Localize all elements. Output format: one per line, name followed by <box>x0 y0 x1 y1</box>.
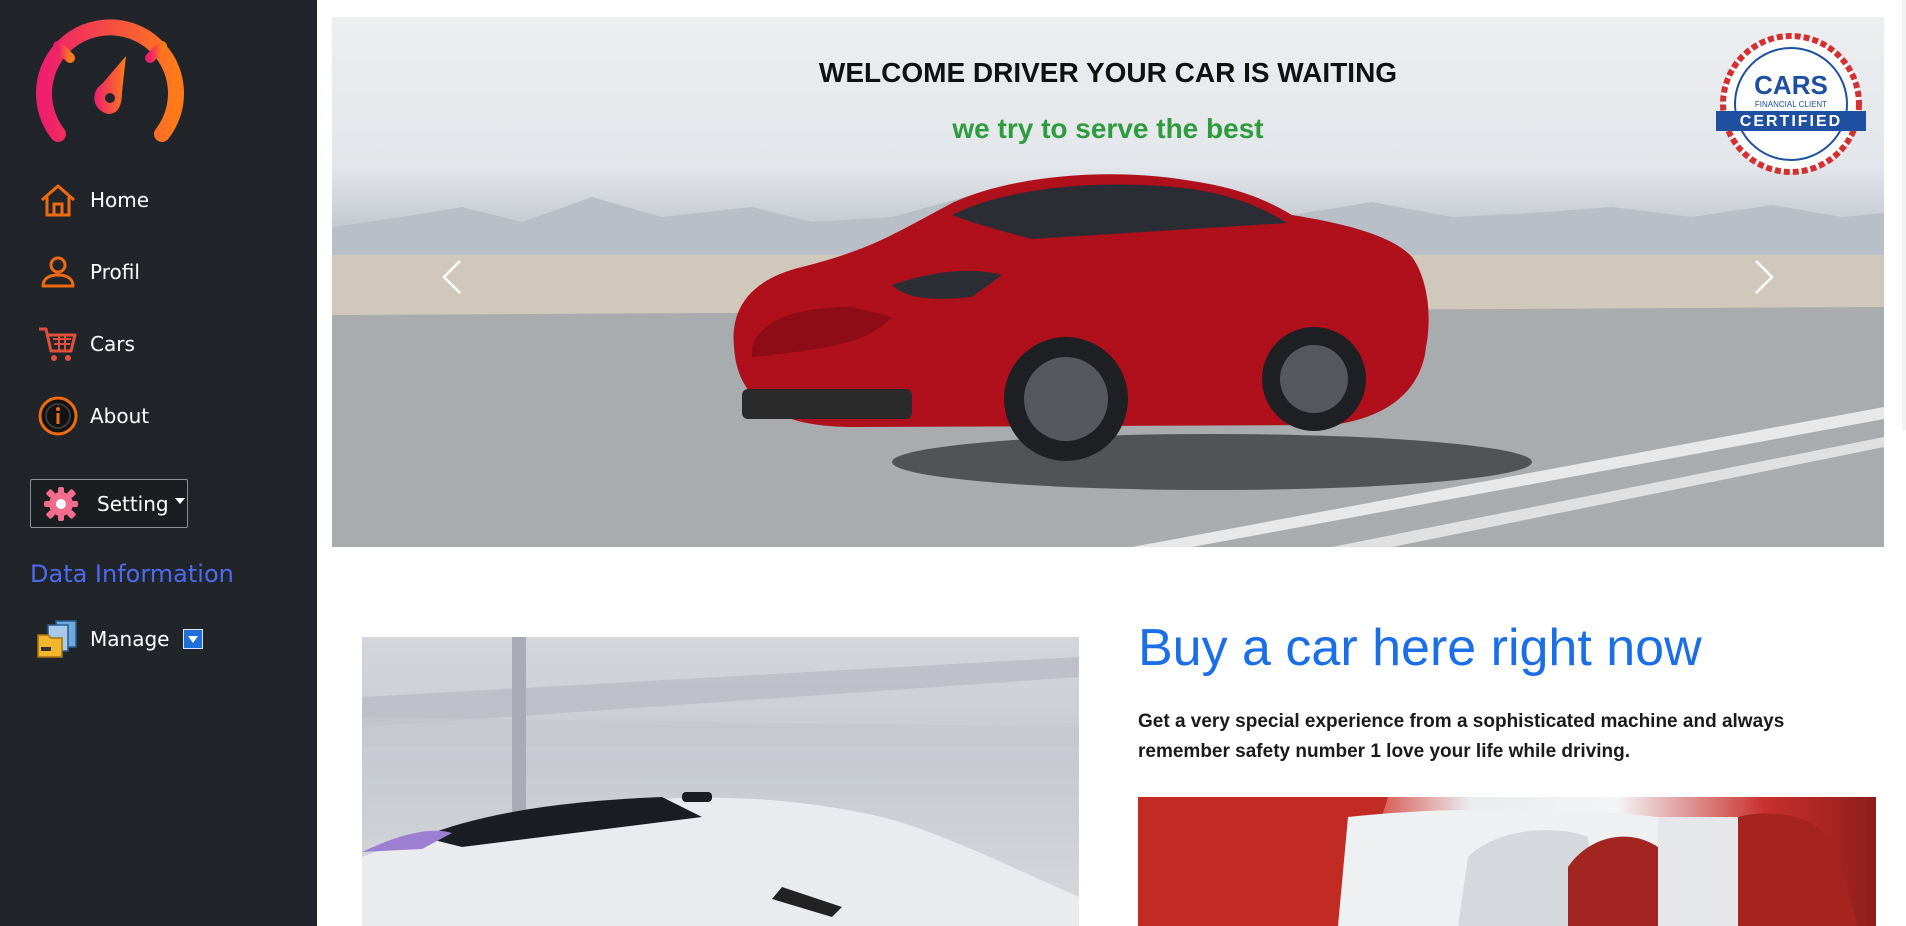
folders-icon <box>37 620 77 658</box>
setting-dropdown-button[interactable]: Setting <box>30 479 188 528</box>
nav-cars[interactable]: Cars <box>36 322 135 366</box>
info-icon <box>36 394 80 438</box>
content-paragraph: Get a very special experience from a sop… <box>1138 711 1785 762</box>
home-icon <box>36 178 80 222</box>
nav-cars-label: Cars <box>90 332 135 356</box>
hero-title: WELCOME DRIVER YOUR CAR IS WAITING <box>818 57 1398 88</box>
nav-profil-label: Profil <box>90 260 140 284</box>
carousel-prev-icon[interactable] <box>440 257 464 297</box>
manage-dropdown-toggle[interactable] <box>183 629 204 649</box>
badge-line1: FINANCIAL CLIENT <box>1755 100 1827 109</box>
section-title-data-information: Data Information <box>30 560 234 588</box>
hero-carousel: WELCOME DRIVER YOUR CAR IS WAITING we tr… <box>332 17 1884 547</box>
content-heading: Buy a car here right now <box>1138 619 1702 677</box>
hero-car-image <box>332 174 1884 547</box>
badge-line2: CERTIFIED <box>1740 113 1842 130</box>
nav-about[interactable]: About <box>36 394 149 438</box>
nav-profil[interactable]: Profil <box>36 250 140 294</box>
nav-about-label: About <box>90 404 150 428</box>
certified-badge: CARS FINANCIAL CLIENT CERTIFIED <box>1716 33 1866 175</box>
car-interior-image <box>1138 797 1876 926</box>
manage-label: Manage <box>90 627 170 651</box>
scrollbar[interactable] <box>1902 0 1906 430</box>
nav-home[interactable]: Home <box>36 178 149 222</box>
gear-icon <box>44 486 78 521</box>
speedometer-logo-icon <box>36 13 184 142</box>
triangle-down-icon <box>188 635 199 643</box>
manage-menu[interactable]: Manage <box>36 617 204 661</box>
badge-brand: CARS <box>1754 70 1828 100</box>
cart-icon <box>36 322 80 366</box>
setting-label: Setting <box>97 491 169 516</box>
nav-home-label: Home <box>90 188 150 212</box>
sidebar: Home Profil Cars About Setting Data Info… <box>0 0 317 926</box>
sports-car-image <box>362 637 1079 926</box>
user-icon <box>36 250 80 294</box>
carousel-next-icon[interactable] <box>1752 257 1776 297</box>
caret-down-icon <box>174 497 185 504</box>
hero-subtitle: we try to serve the best <box>952 113 1264 144</box>
